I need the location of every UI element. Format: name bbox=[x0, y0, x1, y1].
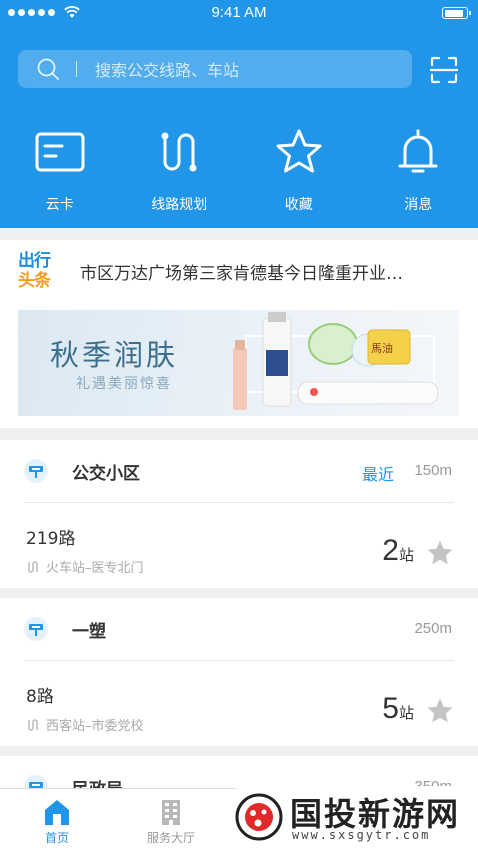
site-watermark: 国投新游网 www.sxsgytr.com bbox=[228, 786, 478, 850]
quick-label-cloud-card: 云卡 bbox=[45, 197, 74, 213]
search-input[interactable]: 搜索公交线路、车站 bbox=[18, 50, 412, 88]
tab-home[interactable]: 首页 bbox=[0, 789, 114, 850]
bell-icon bbox=[398, 129, 438, 173]
building-icon bbox=[162, 800, 180, 825]
promo-banner[interactable]: 秋季润肤 礼遇美丽惊喜 馬油 bbox=[18, 310, 459, 416]
quick-item-route-plan[interactable]: 线路规划 bbox=[120, 128, 240, 214]
bus-stop-icon bbox=[24, 617, 48, 641]
route-name: 219路 bbox=[26, 529, 76, 549]
quick-item-favorites[interactable]: 收藏 bbox=[239, 128, 359, 214]
star-icon bbox=[276, 129, 322, 173]
tab-label-home: 首页 bbox=[44, 831, 69, 845]
scan-icon[interactable] bbox=[430, 56, 458, 84]
quick-item-messages[interactable]: 消息 bbox=[359, 128, 478, 214]
quick-item-cloud-card[interactable]: 云卡 bbox=[0, 128, 120, 214]
search-icon bbox=[37, 58, 59, 80]
quick-label-favorites: 收藏 bbox=[284, 197, 313, 213]
header: 9:41 AM 搜索公交线路、车站 云卡 线路规划 收藏 消息 bbox=[0, 0, 478, 228]
stop-card: 公交小区 最近 150m 219路 火车站–医专北门 2站 bbox=[0, 440, 478, 588]
search-placeholder: 搜索公交线路、车站 bbox=[95, 61, 240, 80]
favorite-star-icon[interactable] bbox=[426, 539, 454, 567]
stops-away: 2站 bbox=[382, 534, 414, 567]
home-icon bbox=[45, 800, 69, 825]
news-logo: 出行 头条 bbox=[18, 251, 51, 291]
route-name: 8路 bbox=[26, 687, 54, 707]
watermark-logo-icon bbox=[235, 793, 283, 841]
favorite-star-icon[interactable] bbox=[426, 697, 454, 725]
stop-card: 一塑 250m 8路 西客站–市委党校 5站 bbox=[0, 598, 478, 746]
banner-products-image: 馬油 bbox=[233, 312, 439, 410]
tab-label-service-hall: 服务大厅 bbox=[146, 831, 195, 845]
quick-label-messages: 消息 bbox=[404, 197, 433, 213]
banner-section: 秋季润肤 礼遇美丽惊喜 馬油 bbox=[0, 302, 478, 428]
stop-distance: 150m bbox=[414, 462, 452, 479]
search-separator bbox=[76, 61, 77, 77]
banner-title: 秋季润肤 bbox=[50, 338, 179, 372]
route-direction-icon bbox=[28, 560, 38, 573]
stop-header[interactable]: 一塑 250m bbox=[0, 598, 478, 661]
stop-header[interactable]: 公交小区 最近 150m bbox=[0, 440, 478, 503]
quick-menu: 云卡 线路规划 收藏 消息 bbox=[0, 128, 478, 214]
card-icon bbox=[35, 132, 85, 172]
stop-distance: 250m bbox=[414, 620, 452, 637]
battery-icon bbox=[442, 7, 471, 19]
quick-label-route-plan: 线路规划 bbox=[151, 197, 208, 213]
status-bar: 9:41 AM bbox=[0, 0, 478, 26]
news-headline[interactable]: 市区万达广场第三家肯德基今日隆重开业… bbox=[80, 259, 430, 284]
route-row[interactable]: 219路 火车站–医专北门 2站 bbox=[0, 502, 478, 588]
route-path: 火车站–医专北门 bbox=[26, 557, 144, 576]
tab-service-hall[interactable]: 服务大厅 bbox=[114, 789, 228, 850]
status-time: 9:41 AM bbox=[211, 4, 267, 21]
nearest-badge: 最近 bbox=[361, 465, 394, 484]
banner-subtitle: 礼遇美丽惊喜 bbox=[76, 376, 172, 392]
news-bar[interactable]: 出行 头条 市区万达广场第三家肯德基今日隆重开业… bbox=[0, 240, 478, 302]
stops-away: 5站 bbox=[382, 692, 414, 725]
route-row[interactable]: 8路 西客站–市委党校 5站 bbox=[0, 660, 478, 746]
route-direction-icon bbox=[28, 718, 38, 731]
bus-stop-icon bbox=[24, 459, 48, 483]
route-plan-icon bbox=[161, 132, 197, 172]
watermark-url: www.sxsgytr.com bbox=[292, 828, 431, 842]
route-path: 西客站–市委党校 bbox=[26, 715, 144, 734]
stop-name: 公交小区 bbox=[72, 464, 140, 484]
stop-name: 一塑 bbox=[72, 622, 106, 642]
banner-product-label: 馬油 bbox=[371, 341, 393, 355]
